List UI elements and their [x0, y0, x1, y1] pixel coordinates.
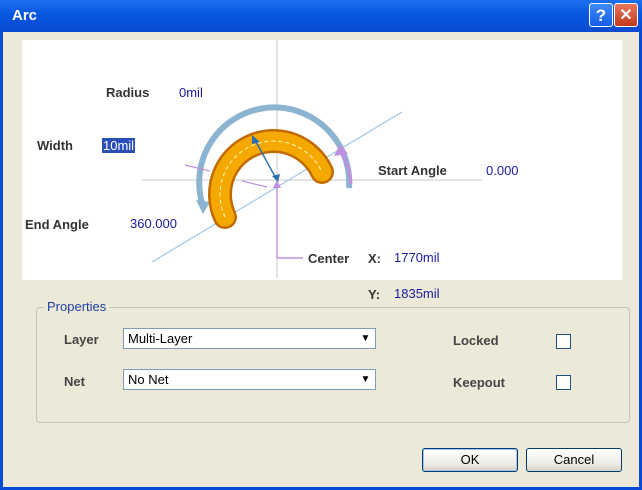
end-angle-label: End Angle — [25, 217, 89, 232]
radius-value[interactable]: 0mil — [179, 85, 203, 100]
help-button[interactable]: ? — [589, 3, 613, 27]
window-title: Arc — [12, 7, 38, 24]
outer-arc-arrowhead — [196, 200, 210, 214]
locked-label: Locked — [453, 333, 499, 348]
locked-checkbox[interactable] — [556, 334, 571, 349]
center-label: Center — [308, 251, 350, 266]
layer-select-value: Multi-Layer — [128, 331, 193, 346]
title-bar[interactable]: Arc ? ✕ — [0, 0, 642, 32]
layer-label: Layer — [64, 332, 99, 347]
width-indicator-right — [241, 180, 268, 188]
cancel-button[interactable]: Cancel — [526, 448, 622, 472]
arc-illustration — [142, 40, 482, 278]
properties-group — [36, 307, 630, 423]
keepout-checkbox[interactable] — [556, 375, 571, 390]
start-angle-label: Start Angle — [378, 163, 447, 178]
center-x-label: X: — [368, 251, 381, 266]
arc-diagram: Radius 0mil Width 10mil Start Angle 0.00… — [22, 40, 622, 280]
center-x-value[interactable]: 1770mil — [394, 250, 440, 265]
net-select[interactable]: No Net ▼ — [123, 369, 376, 390]
end-angle-value[interactable]: 360.000 — [130, 216, 177, 231]
properties-group-title: Properties — [44, 299, 110, 314]
dropdown-arrow-icon[interactable]: ▼ — [357, 371, 374, 388]
width-value[interactable]: 10mil — [102, 138, 136, 153]
net-label: Net — [64, 374, 85, 389]
center-y-label: Y: — [368, 287, 381, 302]
center-y-value[interactable]: 1835mil — [394, 286, 440, 301]
close-button[interactable]: ✕ — [614, 3, 638, 27]
keepout-label: Keepout — [453, 375, 505, 390]
start-angle-value[interactable]: 0.000 — [486, 163, 519, 178]
dropdown-arrow-icon[interactable]: ▼ — [357, 330, 374, 347]
radius-label: Radius — [106, 85, 150, 100]
width-label: Width — [37, 138, 73, 153]
net-select-value: No Net — [128, 372, 169, 387]
ok-button[interactable]: OK — [422, 448, 518, 472]
layer-select[interactable]: Multi-Layer ▼ — [123, 328, 376, 349]
